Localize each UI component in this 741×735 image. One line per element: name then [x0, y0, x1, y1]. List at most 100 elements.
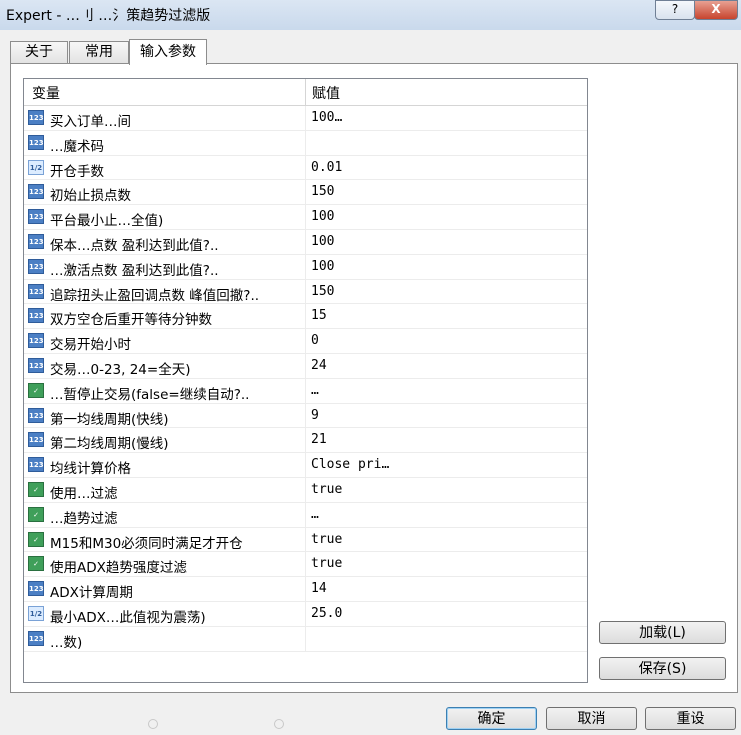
int-icon: 123: [28, 457, 44, 473]
bool-icon: ✓: [28, 531, 44, 547]
table-row[interactable]: 123 均线计算价格 Close pri…: [24, 453, 587, 478]
table-row[interactable]: 1/2 最小ADX…此值视为震荡) 25.0: [24, 601, 587, 627]
parameter-value[interactable]: 100…: [311, 110, 342, 125]
table-row[interactable]: 1/2 开仓手数 0.01: [24, 155, 587, 181]
column-separator: [305, 229, 306, 254]
parameter-value[interactable]: true: [311, 482, 342, 497]
column-separator: [305, 106, 306, 130]
table-row[interactable]: 123 …魔术码: [24, 130, 587, 156]
parameter-name: …魔术码: [50, 138, 104, 155]
column-separator: [305, 130, 306, 155]
column-separator: [305, 601, 306, 626]
reset-button[interactable]: 重设: [645, 707, 736, 730]
column-separator: [305, 378, 306, 403]
parameter-name: M15和M30必须同时满足才开仓: [50, 535, 243, 552]
int-icon: 123: [28, 432, 44, 448]
parameter-name: …暂停止交易(false=继续自动?..: [50, 386, 250, 403]
resize-grip: [274, 719, 284, 729]
column-separator: [305, 552, 306, 577]
bool-icon: ✓: [28, 556, 44, 572]
column-separator: [305, 626, 306, 651]
column-separator: [305, 527, 306, 552]
parameter-value[interactable]: 150: [311, 184, 334, 199]
parameter-name: 开仓手数: [50, 163, 104, 180]
tab-common[interactable]: 常用: [69, 41, 129, 63]
int-icon: 123: [28, 357, 44, 373]
parameter-name: 均线计算价格: [50, 461, 131, 478]
bool-icon: ✓: [28, 382, 44, 398]
table-row[interactable]: ✓ …暂停止交易(false=继续自动?.. …: [24, 378, 587, 404]
table-row[interactable]: 123 初始止损点数 150: [24, 180, 587, 206]
int-icon: 123: [28, 407, 44, 423]
window-title: Expert - …刂 …氵策趋势过滤版: [6, 8, 211, 24]
table-row[interactable]: 123 平台最小止…全值) 100: [24, 205, 587, 230]
parameter-value[interactable]: 100: [311, 209, 334, 224]
column-separator: [305, 453, 306, 477]
parameter-value[interactable]: 25.0: [311, 606, 342, 621]
parameter-value[interactable]: 21: [311, 432, 327, 447]
parameter-value[interactable]: true: [311, 556, 342, 571]
table-row[interactable]: 123 交易开始小时 0: [24, 329, 587, 354]
table-row[interactable]: 123 …数): [24, 626, 587, 652]
parameter-value[interactable]: 0: [311, 333, 319, 348]
table-row[interactable]: ✓ 使用ADX趋势强度过滤 true: [24, 552, 587, 578]
table-row[interactable]: 123 第一均线周期(快线) 9: [24, 403, 587, 429]
table-row[interactable]: 123 追踪扭头止盈回调点数 峰值回撤?.. 150: [24, 279, 587, 305]
table-row[interactable]: 123 …激活点数 盈利达到此值?.. 100: [24, 254, 587, 280]
help-button[interactable]: ?: [655, 0, 695, 20]
parameter-value[interactable]: 9: [311, 408, 319, 423]
column-header-variable[interactable]: 变量: [32, 83, 60, 103]
resize-grip: [148, 719, 158, 729]
parameter-value[interactable]: …: [311, 507, 319, 522]
column-header-value[interactable]: 赋值: [312, 83, 340, 103]
table-row[interactable]: ✓ …趋势过滤…: [24, 502, 587, 528]
save-button[interactable]: 保存(S): [599, 657, 726, 680]
table-row[interactable]: 123 双方空仓后重开等待分钟数 15: [24, 304, 587, 330]
parameter-value[interactable]: 14: [311, 581, 327, 596]
table-row[interactable]: 123 第二均线周期(慢线) 21: [24, 428, 587, 454]
int-icon: 123: [28, 333, 44, 349]
load-button[interactable]: 加载(L): [599, 621, 726, 644]
parameter-value[interactable]: 24: [311, 358, 327, 373]
parameter-name: 交易…0-23, 24=全天): [50, 361, 191, 378]
parameter-name: 平台最小止…全值): [50, 213, 164, 230]
parameter-name: ADX计算周期: [50, 585, 133, 602]
table-row[interactable]: 123 交易…0-23, 24=全天) 24: [24, 353, 587, 379]
table-row[interactable]: ✓ M15和M30必须同时满足才开仓 true: [24, 527, 587, 553]
tab-about[interactable]: 关于: [10, 41, 68, 63]
double-icon: 1/2: [28, 159, 44, 175]
parameter-value[interactable]: 100: [311, 259, 334, 274]
column-separator: [305, 180, 306, 205]
column-separator: [305, 403, 306, 428]
int-icon: 123: [28, 630, 44, 646]
double-icon: 1/2: [28, 605, 44, 621]
close-button[interactable]: X: [694, 0, 738, 20]
parameter-value[interactable]: Close pri…: [311, 457, 389, 472]
parameter-name: …激活点数 盈利达到此值?..: [50, 262, 219, 279]
parameter-name: 使用…过滤: [50, 485, 118, 502]
int-icon: 123: [28, 184, 44, 200]
table-row[interactable]: ✓ 使用…过滤 true: [24, 477, 587, 503]
table-row[interactable]: 123 ADX计算周期 14: [24, 577, 587, 602]
column-separator[interactable]: [305, 79, 306, 105]
parameter-value[interactable]: 15: [311, 308, 327, 323]
table-row[interactable]: 123 买入订单…间 100…: [24, 106, 587, 131]
int-icon: 123: [28, 308, 44, 324]
parameter-name: 第一均线周期(快线): [50, 411, 169, 428]
cancel-button[interactable]: 取消: [546, 707, 637, 730]
column-separator: [305, 279, 306, 304]
column-separator: [305, 577, 306, 601]
parameter-value[interactable]: 0.01: [311, 160, 342, 175]
ok-button[interactable]: 确定: [446, 707, 537, 730]
table-row[interactable]: 123 保本…点数 盈利达到此值?.. 100: [24, 229, 587, 255]
parameter-name: 双方空仓后重开等待分钟数: [50, 312, 212, 329]
column-separator: [305, 353, 306, 378]
parameter-value[interactable]: 100: [311, 234, 334, 249]
parameters-table: 变量 赋值 123 买入订单…间 100… 123 …魔术码 1/2 开仓手数 0.01 123…: [23, 78, 588, 683]
column-separator: [305, 205, 306, 229]
column-separator: [305, 155, 306, 180]
tab-inputs[interactable]: 输入参数: [129, 39, 207, 65]
parameter-value[interactable]: true: [311, 532, 342, 547]
parameter-value[interactable]: 150: [311, 284, 334, 299]
parameter-value[interactable]: …: [311, 383, 319, 398]
